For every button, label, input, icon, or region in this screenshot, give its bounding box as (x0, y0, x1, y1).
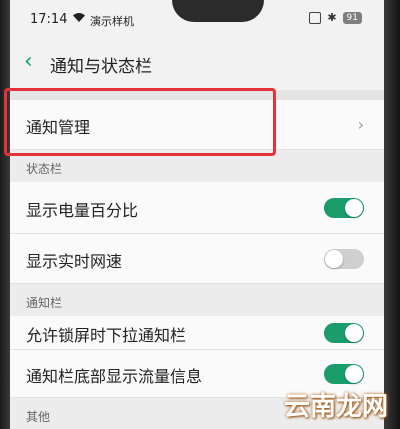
battery-percent-label: 显示电量百分比 (26, 201, 139, 220)
traffic-info-toggle[interactable] (324, 364, 364, 384)
battery-percent-toggle[interactable] (324, 198, 364, 218)
camera-notch (172, 0, 264, 22)
lockscreen-pulldown-row: 允许锁屏时下拉通知栏 (10, 316, 384, 350)
watermark-logo: 云南龙网 (283, 392, 388, 422)
section-status-bar-label: 状态栏 (26, 162, 63, 176)
page-title: 通知与状态栏 (50, 57, 152, 77)
back-arrow-icon[interactable]: ‹ (24, 50, 33, 74)
status-bar: 17:14 演示样机 ✱ 91 (10, 0, 384, 40)
bluetooth-icon: ✱ (327, 11, 337, 24)
phone-bezel-right (384, 0, 400, 429)
status-icons: ✱ 91 (309, 11, 362, 24)
realtime-speed-label: 显示实时网速 (26, 252, 123, 271)
chevron-right-icon: › (357, 115, 364, 134)
highlight-annotation-box (4, 88, 276, 156)
realtime-speed-row: 显示实时网速 (10, 234, 384, 284)
lockscreen-pulldown-label: 允许锁屏时下拉通知栏 (26, 326, 187, 345)
section-notification-bar: 通知栏 (10, 284, 384, 316)
section-notification-bar-label: 通知栏 (26, 296, 63, 310)
traffic-info-label: 通知栏底部显示流量信息 (26, 367, 203, 386)
page-header: ‹ 通知与状态栏 (10, 40, 384, 90)
battery-icon: 91 (342, 11, 362, 24)
section-other-label: 其他 (26, 410, 51, 424)
phone-bezel-left (0, 0, 10, 429)
battery-percent-row: 显示电量百分比 (10, 182, 384, 234)
vibrate-icon (309, 11, 322, 24)
status-time: 17:14 (30, 12, 68, 27)
phone-screen: 17:14 演示样机 ✱ 91 ‹ 通知与状态栏 通知管理 › 状态栏 显示电量… (10, 0, 384, 429)
lockscreen-pulldown-toggle[interactable] (324, 323, 364, 343)
wifi-icon (72, 12, 86, 26)
status-carrier: 演示样机 (90, 15, 134, 28)
realtime-speed-toggle[interactable] (324, 249, 364, 269)
